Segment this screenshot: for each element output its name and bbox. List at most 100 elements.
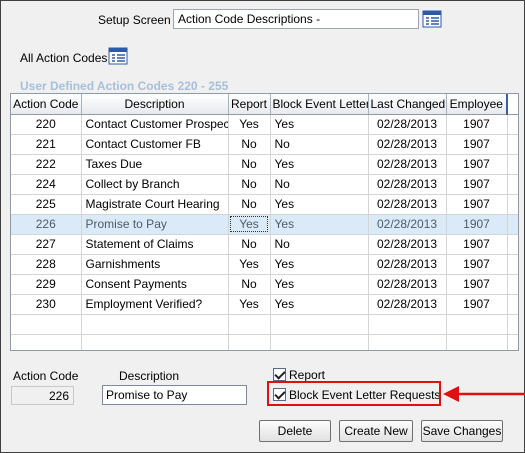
cell-employee: 1907	[446, 114, 508, 135]
cell-report: No	[228, 174, 271, 195]
report-checkbox-label: Report	[289, 367, 326, 382]
cell-block: Yes	[270, 294, 369, 315]
action-code-label: Action Code	[13, 369, 79, 383]
cell-block: No	[270, 134, 369, 155]
column-header[interactable]: Block Event Letter	[270, 94, 369, 115]
cell-description: Promise to Pay	[81, 214, 229, 235]
cell-filler	[507, 214, 518, 235]
create-new-button[interactable]: Create New	[339, 420, 413, 442]
cell-description: Contact Customer FB	[81, 134, 229, 155]
cell-employee: 1907	[446, 194, 508, 215]
cell-report: No	[228, 194, 271, 215]
cell-filler	[507, 174, 518, 195]
cell-block: No	[270, 234, 369, 255]
table-row[interactable]: 222 Taxes Due No Yes 02/28/2013 1907	[11, 154, 518, 175]
cell-block: Yes	[270, 194, 369, 215]
column-header[interactable]: Last Changed	[368, 94, 447, 115]
description-label: Description	[119, 369, 180, 383]
table-row-selected[interactable]: 226 Promise to Pay Yes Yes 02/28/2013 19…	[11, 214, 518, 235]
cell-changed: 02/28/2013	[368, 154, 447, 175]
table-row[interactable]: 228 Garnishments Yes Yes 02/28/2013 1907	[11, 254, 518, 275]
cell-changed: 02/28/2013	[368, 274, 447, 295]
cell-report: Yes	[228, 214, 271, 235]
cell-description: Collect by Branch	[81, 174, 229, 195]
cell-filler	[507, 134, 518, 155]
cell-block: Yes	[270, 114, 369, 135]
cell-code: 221	[11, 134, 82, 155]
table-row[interactable]: 227 Statement of Claims No No 02/28/2013…	[11, 234, 518, 255]
delete-button[interactable]: Delete	[259, 420, 331, 442]
cell-employee: 1907	[446, 254, 508, 275]
cell-employee: 1907	[446, 214, 508, 235]
cell-code: 228	[11, 254, 82, 275]
table-row-empty	[11, 334, 518, 350]
cell-block: Yes	[270, 254, 369, 275]
cell-report: Yes	[228, 254, 271, 275]
cell-code: 224	[11, 174, 82, 195]
cell-block: No	[270, 174, 369, 195]
cell-report: Yes	[228, 114, 271, 135]
setup-screen-label: Setup Screen	[98, 13, 171, 27]
cell-description: Statement of Claims	[81, 234, 229, 255]
cell-filler	[507, 194, 518, 215]
cell-changed: 02/28/2013	[368, 214, 447, 235]
cell-filler	[507, 114, 518, 135]
annotation-highlight-box	[267, 381, 441, 406]
column-header[interactable]: Action Code	[11, 94, 82, 115]
cell-report: No	[228, 234, 271, 255]
cell-description: Garnishments	[81, 254, 229, 275]
table-row[interactable]: 229 Consent Payments No Yes 02/28/2013 1…	[11, 274, 518, 295]
report-checkbox[interactable]	[273, 368, 286, 382]
column-header[interactable]: Description	[81, 94, 229, 115]
table-row[interactable]: 221 Contact Customer FB No No 02/28/2013…	[11, 134, 518, 155]
cell-code: 230	[11, 294, 82, 315]
action-code-window: Setup Screen Action Code Descriptions - …	[0, 0, 525, 453]
table-header-row: Action Code Description Report Block Eve…	[11, 94, 518, 115]
cell-description: Consent Payments	[81, 274, 229, 295]
cell-report: Yes	[228, 294, 271, 315]
cell-employee: 1907	[446, 234, 508, 255]
table-row[interactable]: 230 Employment Verified? Yes Yes 02/28/2…	[11, 294, 518, 315]
table-row[interactable]: 220 Contact Customer Prospect Yes Yes 02…	[11, 114, 518, 135]
cell-code: 222	[11, 154, 82, 175]
column-header[interactable]: Report	[228, 94, 271, 115]
setup-list-button[interactable]	[422, 10, 442, 28]
cell-employee: 1907	[446, 154, 508, 175]
cell-employee: 1907	[446, 274, 508, 295]
scrollbar-header[interactable]	[506, 94, 518, 115]
table-row[interactable]: 225 Magistrate Court Hearing No Yes 02/2…	[11, 194, 518, 215]
cell-changed: 02/28/2013	[368, 254, 447, 275]
cell-report: No	[228, 134, 271, 155]
column-header[interactable]: Employee	[446, 94, 508, 115]
all-action-codes-label: All Action Codes	[20, 51, 108, 65]
save-changes-button[interactable]: Save Changes	[421, 420, 503, 442]
annotation-arrow-icon	[443, 386, 525, 402]
list-icon	[422, 10, 442, 28]
cell-block: Yes	[270, 154, 369, 175]
cell-description: Magistrate Court Hearing	[81, 194, 229, 215]
cell-code: 227	[11, 234, 82, 255]
action-codes-grid[interactable]: Action Code Description Report Block Eve…	[10, 93, 519, 351]
cell-filler	[507, 234, 518, 255]
cell-changed: 02/28/2013	[368, 194, 447, 215]
cell-filler	[507, 274, 518, 295]
cell-changed: 02/28/2013	[368, 234, 447, 255]
description-field[interactable]: Promise to Pay	[102, 385, 247, 405]
cell-changed: 02/28/2013	[368, 294, 447, 315]
report-checkbox-row[interactable]: Report	[273, 367, 325, 382]
cell-description: Taxes Due	[81, 154, 229, 175]
list-icon	[108, 47, 128, 65]
cell-changed: 02/28/2013	[368, 114, 447, 135]
cell-description: Employment Verified?	[81, 294, 229, 315]
table-row[interactable]: 224 Collect by Branch No No 02/28/2013 1…	[11, 174, 518, 195]
cell-block: Yes	[270, 274, 369, 295]
setup-screen-field[interactable]: Action Code Descriptions -	[173, 9, 419, 29]
all-action-codes-button[interactable]	[108, 47, 128, 65]
action-code-field: 226	[11, 386, 74, 405]
cell-block: Yes	[270, 214, 369, 235]
action-codes-table: Action Code Description Report Block Eve…	[11, 94, 518, 350]
cell-changed: 02/28/2013	[368, 134, 447, 155]
cell-employee: 1907	[446, 294, 508, 315]
cell-code: 225	[11, 194, 82, 215]
cell-description: Contact Customer Prospect	[81, 114, 229, 135]
